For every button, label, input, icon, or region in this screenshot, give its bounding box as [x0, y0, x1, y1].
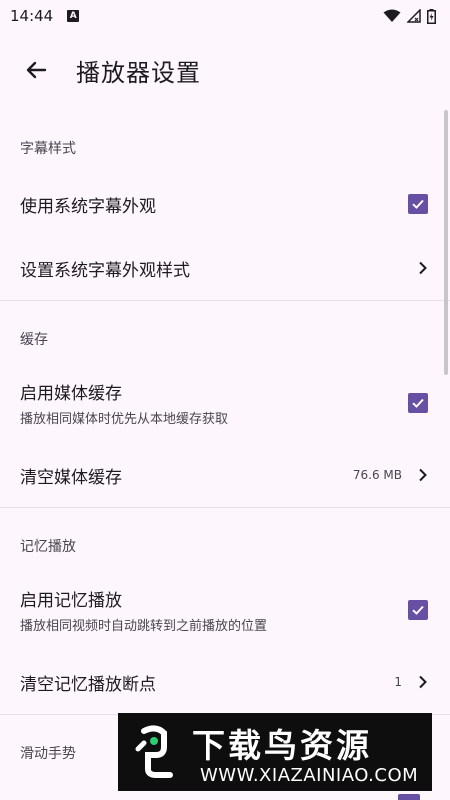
- section-header-cache: 缓存: [20, 332, 48, 348]
- checkbox-checked[interactable]: [408, 600, 428, 620]
- setting-enable-media-cache[interactable]: 启用媒体缓存 播放相同媒体时优先从本地缓存获取: [0, 363, 450, 443]
- chevron-right-icon: [416, 468, 430, 482]
- setting-label: 设置系统字幕外观样式: [20, 260, 190, 281]
- setting-clear-resume-points[interactable]: 清空记忆播放断点 1: [0, 650, 450, 714]
- chevron-right-icon: [416, 261, 430, 275]
- setting-label: 清空记忆播放断点: [20, 674, 156, 695]
- watermark-banner: 下载鸟资源 WWW.XIAZAINIAO.COM: [118, 713, 432, 791]
- section-header-subtitle-style: 字幕样式: [20, 141, 76, 157]
- watermark-title: 下载鸟资源: [192, 726, 372, 765]
- battery-charging-icon: [427, 8, 436, 24]
- setting-label: 使用系统字幕外观: [20, 196, 156, 217]
- arrow-back-icon: [26, 61, 47, 79]
- check-icon: [412, 199, 424, 209]
- checkbox-checked[interactable]: [408, 194, 428, 214]
- setting-label: 清空媒体缓存: [20, 467, 122, 488]
- check-icon: [412, 605, 424, 615]
- bird-logo-icon: [130, 725, 182, 781]
- setting-clear-media-cache[interactable]: 清空媒体缓存 76.6 MB: [0, 443, 450, 507]
- back-button[interactable]: [12, 46, 60, 94]
- settings-list: 字幕样式 使用系统字幕外观 设置系统字幕外观样式 缓存 启用媒体缓存 播放相同媒…: [0, 110, 450, 777]
- cellular-signal-icon: [407, 9, 421, 23]
- setting-subtitle: 播放相同媒体时优先从本地缓存获取: [20, 412, 229, 427]
- setting-system-subtitle-style[interactable]: 设置系统字幕外观样式: [0, 236, 450, 300]
- cache-size-value: 76.6 MB: [352, 468, 402, 482]
- setting-label: 启用记忆播放: [20, 591, 122, 611]
- app-bar: 播放器设置: [0, 44, 450, 96]
- status-icons: [383, 8, 436, 24]
- resume-points-count: 1: [394, 675, 402, 689]
- section-header-resume-playback: 记忆播放: [20, 539, 76, 555]
- setting-use-system-subtitle-appearance[interactable]: 使用系统字幕外观: [0, 172, 450, 236]
- page-title: 播放器设置: [76, 58, 201, 87]
- setting-subtitle: 播放相同视频时自动跳转到之前播放的位置: [20, 619, 268, 634]
- check-icon: [412, 398, 424, 408]
- checkbox-checked[interactable]: [398, 794, 420, 800]
- chevron-right-icon: [416, 675, 430, 689]
- status-bar: 14:44 A: [0, 0, 450, 32]
- scrollbar[interactable]: [444, 110, 448, 375]
- setting-enable-resume-playback[interactable]: 启用记忆播放 播放相同视频时自动跳转到之前播放的位置: [0, 570, 450, 650]
- status-time: 14:44: [10, 7, 54, 25]
- watermark-url: WWW.XIAZAINIAO.COM: [200, 765, 419, 786]
- wifi-icon: [383, 9, 401, 22]
- checkbox-checked[interactable]: [408, 393, 428, 413]
- setting-label: 启用媒体缓存: [20, 384, 122, 404]
- notification-icon: A: [67, 10, 80, 22]
